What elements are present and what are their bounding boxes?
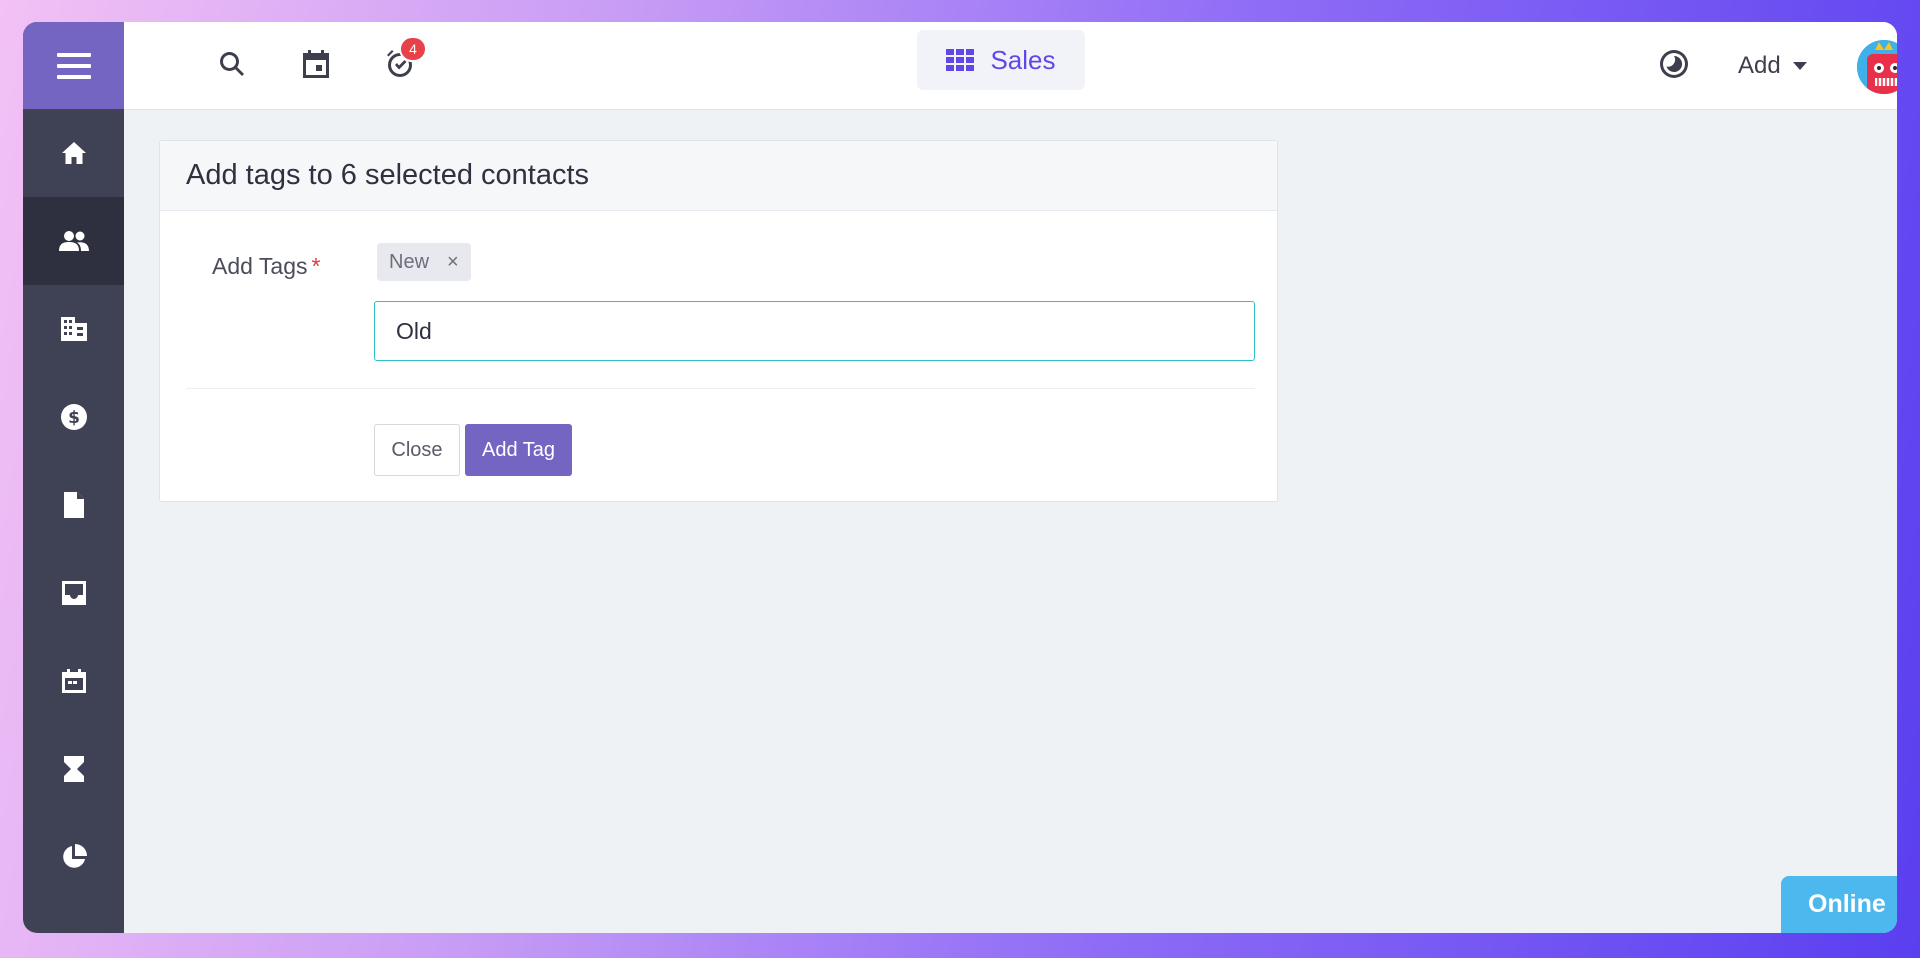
add-dropdown-label: Add <box>1738 52 1781 79</box>
sidebar-item-home[interactable] <box>23 109 124 197</box>
sidebar-item-contacts[interactable] <box>23 197 124 285</box>
dollar-icon: $ <box>60 404 87 430</box>
panel-title: Add tags to 6 selected contacts <box>186 159 590 191</box>
building-icon <box>60 317 87 341</box>
online-status-button[interactable]: Online <box>1781 876 1897 933</box>
sidebar-item-deals[interactable]: $ <box>23 373 124 461</box>
sidebar-item-companies[interactable] <box>23 285 124 373</box>
add-tags-label: Add Tags * <box>212 253 320 280</box>
top-bar: 4 Sales Add <box>124 22 1897 110</box>
contacts-icon <box>58 231 89 251</box>
pie-chart-icon <box>62 844 87 868</box>
avatar[interactable] <box>1857 40 1897 94</box>
panel-header: Add tags to 6 selected contacts <box>160 141 1277 211</box>
sidebar: $ <box>23 22 124 933</box>
sidebar-item-tasks[interactable] <box>23 725 124 813</box>
sidebar-item-calendar[interactable] <box>23 637 124 725</box>
reminders-button[interactable]: 4 <box>380 36 427 84</box>
tag-chip-label: New <box>389 250 430 273</box>
tag-input[interactable] <box>374 301 1255 361</box>
sidebar-item-inbox[interactable] <box>23 549 124 637</box>
hourglass-icon <box>63 756 84 782</box>
tag-chip: New × <box>377 243 471 281</box>
calendar-icon <box>303 50 329 78</box>
document-icon <box>63 492 84 518</box>
menu-toggle-button[interactable] <box>23 22 124 109</box>
search-button[interactable] <box>212 44 252 84</box>
calendar-button[interactable] <box>296 44 336 84</box>
inbox-icon <box>61 581 86 605</box>
close-button[interactable]: Close <box>374 424 460 476</box>
avatar-icon <box>1857 40 1897 94</box>
hamburger-icon <box>56 52 91 79</box>
dark-mode-icon <box>1660 50 1688 78</box>
remove-tag-button[interactable]: × <box>447 251 459 274</box>
sidebar-item-settings[interactable] <box>23 901 124 933</box>
add-dropdown[interactable]: Add <box>1738 46 1807 86</box>
gear-icon <box>59 932 89 933</box>
svg-text:$: $ <box>68 408 80 428</box>
reminder-count-badge: 4 <box>399 36 427 62</box>
calendar-icon <box>61 669 86 693</box>
app-switcher-label: Sales <box>990 44 1056 75</box>
search-icon <box>220 52 244 76</box>
app-switcher-button[interactable]: Sales <box>917 30 1085 90</box>
home-icon <box>61 142 86 164</box>
theme-toggle-button[interactable] <box>1654 44 1694 84</box>
add-tag-button[interactable]: Add Tag <box>465 424 572 476</box>
sidebar-item-documents[interactable] <box>23 461 124 549</box>
app-window: $ 4 Sales Add Add tags to 6 selected con… <box>23 22 1897 933</box>
divider <box>186 388 1255 389</box>
add-tags-label-text: Add Tags <box>212 253 308 279</box>
caret-down-icon <box>1792 62 1807 70</box>
sidebar-item-reports[interactable] <box>23 813 124 901</box>
grid-icon <box>946 49 975 71</box>
add-tags-panel: Add tags to 6 selected contacts Add Tags… <box>159 140 1278 502</box>
required-marker: * <box>311 253 321 279</box>
